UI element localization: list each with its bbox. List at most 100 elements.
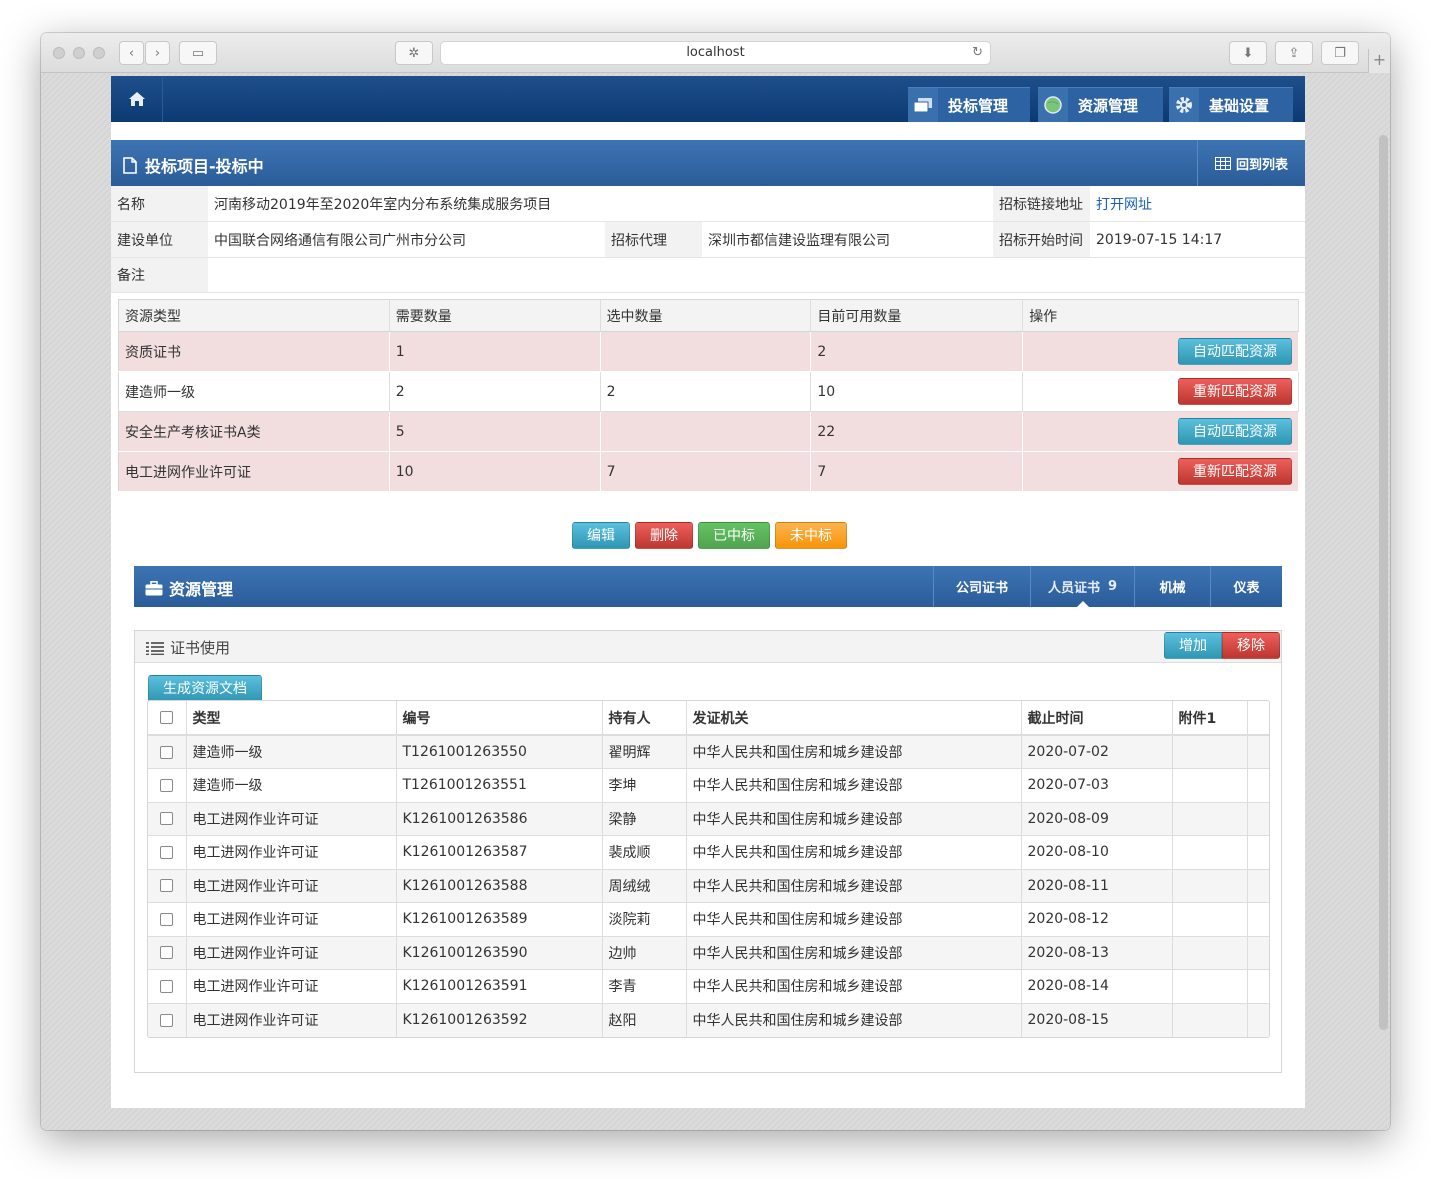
- nav-tab-basic-settings[interactable]: 基础设置: [1169, 87, 1293, 123]
- table-row: 安全生产考核证书A类 5 22 自动匹配资源: [118, 411, 1299, 452]
- won-bid-button[interactable]: 已中标: [698, 522, 770, 549]
- tabs-overview-icon[interactable]: ❐: [1321, 41, 1359, 65]
- row-checkbox[interactable]: [160, 912, 174, 926]
- column-header: 需要数量: [389, 299, 601, 332]
- cert-usage-title: 证书使用: [170, 639, 231, 657]
- generate-doc-button[interactable]: 生成资源文档: [148, 675, 262, 702]
- auto-match-button[interactable]: 自动匹配资源: [1178, 418, 1292, 445]
- edit-button[interactable]: 编辑: [572, 522, 630, 549]
- minimize-window-button[interactable]: [73, 47, 85, 59]
- cert-holder: 翟明辉: [602, 735, 687, 769]
- cert-issuer: 中华人民共和国住房和城乡建设部: [686, 902, 1022, 937]
- column-header: 操作: [1022, 299, 1299, 332]
- new-tab-icon[interactable]: +: [1368, 49, 1390, 73]
- select-all-checkbox[interactable]: [160, 711, 174, 724]
- available-count: 10: [810, 371, 1024, 412]
- row-checkbox[interactable]: [160, 745, 174, 759]
- share-icon[interactable]: ⇪: [1275, 41, 1313, 65]
- available-count: 2: [810, 331, 1024, 372]
- cert-holder: 淡院莉: [602, 902, 687, 937]
- selected-count: 2: [600, 371, 812, 412]
- cert-holder: 裴成顺: [602, 835, 687, 870]
- sidebar-icon[interactable]: ▭: [179, 41, 217, 65]
- list-icon: [146, 641, 164, 655]
- builder-label: 建设单位: [111, 222, 208, 257]
- cert-attachment: [1172, 1003, 1248, 1037]
- nav-tab-label: 资源管理: [1078, 96, 1139, 115]
- start-time-label: 招标开始时间: [993, 222, 1090, 257]
- available-count: 7: [810, 451, 1024, 492]
- url-text: localhost: [686, 45, 745, 60]
- row-checkbox[interactable]: [160, 845, 174, 859]
- column-header: 目前可用数量: [810, 299, 1024, 332]
- rematch-button[interactable]: 重新匹配资源: [1178, 458, 1292, 485]
- column-header: 持有人: [602, 701, 687, 736]
- tab-instruments[interactable]: 仪表: [1210, 566, 1282, 607]
- need-count: 10: [389, 451, 601, 492]
- address-bar[interactable]: localhost ↻: [440, 41, 991, 65]
- table-header-row: 类型 编号 持有人 发证机关 截止时间 附件1: [148, 701, 1269, 736]
- open-url-link[interactable]: 打开网址: [1090, 186, 1305, 221]
- row-checkbox[interactable]: [160, 778, 174, 792]
- zoom-window-button[interactable]: [93, 47, 105, 59]
- cert-number: K1261001263589: [396, 902, 603, 937]
- delete-button[interactable]: 删除: [635, 522, 693, 549]
- page-content: 投标项目-投标中 回到列表 名称 河南移动2019年至2020年室内分布系统集成…: [111, 122, 1305, 1108]
- resource-panel-header: 资源管理 公司证书 人员证书 9 机械 仪表: [134, 566, 1282, 607]
- add-cert-button[interactable]: 增加: [1164, 632, 1222, 659]
- remove-cert-button[interactable]: 移除: [1222, 632, 1280, 659]
- row-checkbox[interactable]: [160, 946, 174, 960]
- close-window-button[interactable]: [53, 47, 65, 59]
- table-row: 资质证书 1 2 自动匹配资源: [118, 331, 1299, 372]
- cert-number: K1261001263586: [396, 802, 603, 836]
- table-row: 电工进网作业许可证 10 7 7 重新匹配资源: [118, 451, 1299, 492]
- extension-icon[interactable]: ✲: [395, 41, 433, 65]
- auto-match-button[interactable]: 自动匹配资源: [1178, 338, 1292, 365]
- column-header: 发证机关: [686, 701, 1022, 736]
- lost-bid-button[interactable]: 未中标: [775, 522, 847, 549]
- row-checkbox[interactable]: [160, 812, 174, 826]
- back-to-list-button[interactable]: 回到列表: [1197, 140, 1305, 186]
- cert-expiry: 2020-08-15: [1021, 1003, 1173, 1037]
- table-row: 电工进网作业许可证 K1261001263588 周绒绒 中华人民共和国住房和城乡建设…: [148, 869, 1269, 903]
- row-checkbox[interactable]: [160, 1013, 174, 1027]
- nav-tab-label: 投标管理: [948, 96, 1009, 115]
- scrollbar[interactable]: [1379, 135, 1388, 1030]
- browser-window: ‹ › ▭ ✲ localhost ↻ ⬇ ⇪ ❐ + 投标管理 资源管理 基础…: [41, 33, 1390, 1130]
- cert-holder: 边帅: [602, 936, 687, 970]
- forward-icon[interactable]: ›: [145, 41, 170, 65]
- project-actions: 编辑 删除 已中标 未中标: [572, 522, 847, 549]
- start-time-value: 2019-07-15 14:17: [1096, 231, 1223, 248]
- reload-icon[interactable]: ↻: [972, 42, 983, 64]
- row-checkbox[interactable]: [160, 879, 174, 893]
- active-tab-caret: [1076, 601, 1089, 607]
- cert-type: 电工进网作业许可证: [186, 1003, 397, 1037]
- cert-attachment: [1172, 869, 1248, 903]
- cert-number: K1261001263590: [396, 936, 603, 970]
- back-icon[interactable]: ‹: [119, 41, 144, 65]
- builder-value: 中国联合网络通信有限公司广州市分公司: [214, 232, 466, 249]
- document-icon: [123, 156, 137, 174]
- cert-holder: 李坤: [602, 768, 687, 803]
- agent-value: 深圳市都信建设监理有限公司: [708, 232, 890, 249]
- cert-type: 电工进网作业许可证: [186, 869, 397, 903]
- home-icon[interactable]: [111, 76, 163, 122]
- resource-type: 资质证书: [118, 331, 390, 372]
- cert-expiry: 2020-08-11: [1021, 869, 1173, 903]
- tab-machinery[interactable]: 机械: [1134, 566, 1210, 607]
- nav-tab-bid-management[interactable]: 投标管理: [908, 87, 1030, 123]
- tab-personnel-certs[interactable]: 人员证书 9: [1030, 566, 1134, 607]
- remark-label: 备注: [111, 258, 208, 292]
- row-checkbox[interactable]: [160, 979, 174, 993]
- cert-holder: 梁静: [602, 802, 687, 836]
- need-count: 2: [389, 371, 601, 412]
- cert-number: K1261001263587: [396, 835, 603, 870]
- table-row: 电工进网作业许可证 K1261001263589 淡院莉 中华人民共和国住房和城乡建设…: [148, 902, 1269, 937]
- resource-type: 电工进网作业许可证: [118, 451, 390, 492]
- row-spacer: [1247, 936, 1269, 970]
- row-spacer: [1247, 735, 1269, 769]
- download-icon[interactable]: ⬇: [1229, 41, 1267, 65]
- rematch-button[interactable]: 重新匹配资源: [1178, 378, 1292, 405]
- nav-tab-resource-management[interactable]: 资源管理: [1038, 87, 1163, 123]
- tab-company-certs[interactable]: 公司证书: [933, 566, 1030, 607]
